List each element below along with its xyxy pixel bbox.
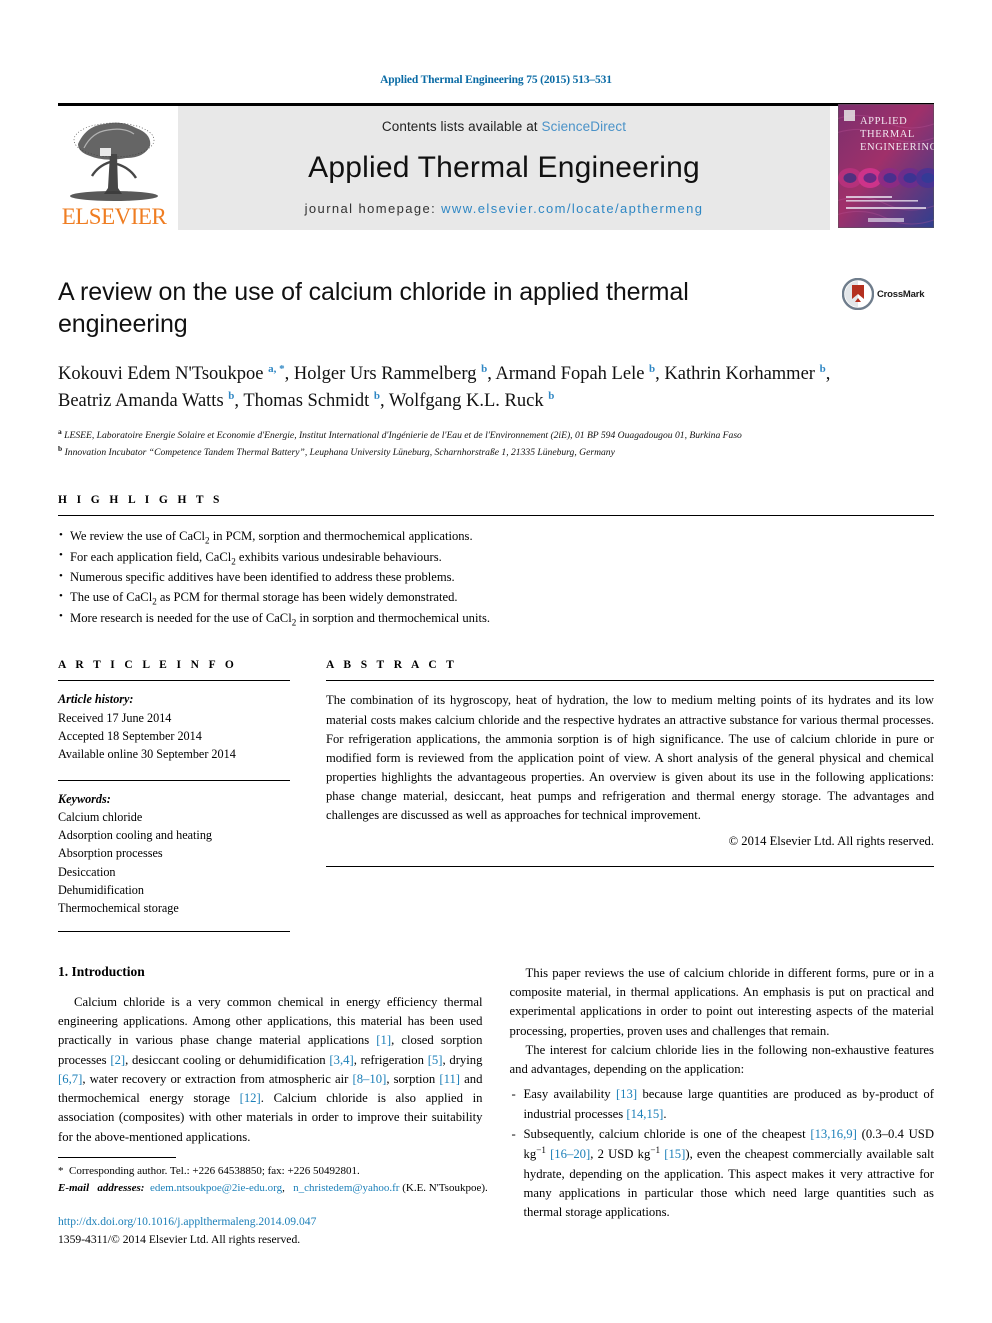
doi-link[interactable]: http://dx.doi.org/10.1016/j.applthermale… (58, 1215, 316, 1228)
svg-text:THERMAL: THERMAL (860, 129, 915, 140)
affiliation-a-text: LESEE, Laboratoire Energie Solaire et Ec… (64, 429, 742, 441)
elsevier-logo: ELSEVIER (58, 106, 170, 230)
history-item: Received 17 June 2014 (58, 710, 172, 725)
doi-block: http://dx.doi.org/10.1016/j.applthermale… (58, 1213, 490, 1249)
corresponding-author-note: * Corresponding author. Tel.: +226 64538… (58, 1165, 360, 1178)
list-item: Numerous specific additives have been id… (58, 568, 934, 588)
list-item: More research is needed for the use of C… (58, 608, 934, 630)
abstract-column: A B S T R A C T The combination of its h… (326, 659, 934, 931)
list-item: The use of CaCl2 as PCM for thermal stor… (58, 588, 934, 609)
list-item: For each application field, CaCl2 exhibi… (58, 547, 934, 569)
article-info-label: A R T I C L E I N F O (58, 659, 238, 672)
homepage-prefix: journal homepage: (304, 201, 442, 216)
contents-available-line: Contents lists available at ScienceDirec… (382, 119, 626, 134)
crossmark-label: CrossMark (877, 288, 925, 300)
svg-text:APPLIED: APPLIED (860, 116, 907, 127)
highlights-divider (58, 515, 934, 517)
journal-homepage-line: journal homepage: www.elsevier.com/locat… (305, 201, 704, 216)
abstract-text: The combination of its hygroscopy, heat … (326, 693, 934, 823)
keyword-item: Adsorption cooling and heating (58, 828, 213, 843)
affiliation-b: b Innovation Incubator “Competence Tande… (58, 444, 615, 459)
article-info-bottom-divider (58, 930, 290, 932)
advantages-list: Easy availability [13] because large qua… (510, 1085, 934, 1223)
running-head: Applied Thermal Engineering 75 (2015) 51… (380, 74, 612, 86)
keyword-item: Thermochemical storage (58, 901, 179, 916)
keywords-heading: Keywords: (58, 791, 111, 806)
highlights-section: H I G H L I G H T S We review the use of… (58, 494, 934, 629)
history-item: Available online 30 September 2014 (58, 747, 236, 762)
keywords-block: Keywords: Calcium chloride Adsorption co… (58, 779, 290, 918)
journal-article-page: Applied Thermal Engineering 75 (2015) 51… (0, 0, 992, 1323)
affiliations: a LESEE, Laboratoire Energie Solaire et … (58, 426, 934, 461)
abstract-label: A B S T R A C T (326, 659, 458, 672)
info-abstract-section: A R T I C L E I N F O Article history: R… (58, 659, 934, 932)
keyword-item: Absorption processes (58, 846, 163, 861)
intro-paragraph-left: Calcium chloride is a very common chemic… (58, 994, 483, 1144)
footnote-block: * Corresponding author. Tel.: +226 64538… (58, 1157, 490, 1249)
author-list: Kokouvi Edem N'Tsoukpoe a, *, Holger Urs… (58, 362, 831, 411)
highlights-label: H I G H L I G H T S (58, 494, 223, 507)
journal-title: Applied Thermal Engineering (308, 150, 700, 184)
keyword-item: Calcium chloride (58, 809, 143, 824)
body-right-column: This paper reviews the use of calcium ch… (510, 964, 935, 1224)
list-item: Easy availability [13] because large qua… (510, 1085, 934, 1124)
article-info-column: A R T I C L E I N F O Article history: R… (58, 659, 290, 932)
article-history-block: Article history: Received 17 June 2014 A… (58, 690, 290, 763)
section-heading-introduction: 1. Introduction (58, 963, 145, 979)
journal-masthead: ELSEVIER Contents lists available at Sci… (58, 103, 940, 233)
email-addresses-note: E-mail addresses: edem.ntsoukpoe@2ie-edu… (58, 1181, 488, 1194)
keyword-item: Dehumidification (58, 883, 144, 898)
abstract-divider (326, 680, 934, 682)
crossmark-icon (842, 278, 874, 310)
affiliation-b-text: Innovation Incubator “Competence Tandem … (64, 447, 615, 459)
svg-text:ENGINEERING: ENGINEERING (860, 142, 934, 153)
intro-paragraph-right-2: The interest for calcium chloride lies i… (509, 1042, 935, 1077)
journal-cover-thumbnail: APPLIED THERMAL ENGINEERING (832, 103, 940, 233)
elsevier-tree-icon (70, 122, 158, 201)
sciencedirect-link[interactable]: ScienceDirect (542, 119, 627, 134)
title-block: A review on the use of calcium chloride … (58, 276, 934, 461)
highlights-list: We review the use of CaCl2 in PCM, sorpt… (58, 527, 934, 629)
journal-homepage-link[interactable]: www.elsevier.com/locate/apthermeng (441, 201, 703, 216)
list-item: Subsequently, calcium chloride is one of… (510, 1125, 934, 1223)
list-item: We review the use of CaCl2 in PCM, sorpt… (58, 527, 934, 548)
contents-prefix: Contents lists available at (381, 119, 542, 134)
history-item: Accepted 18 September 2014 (58, 728, 202, 743)
intro-paragraph-right-1: This paper reviews the use of calcium ch… (509, 965, 935, 1038)
keyword-item: Desiccation (58, 864, 116, 879)
elsevier-wordmark: ELSEVIER (61, 204, 167, 229)
crossmark-badge[interactable]: CrossMark (842, 278, 934, 310)
footnote-rule (58, 1157, 176, 1159)
journal-cover-image: APPLIED THERMAL ENGINEERING (832, 103, 940, 228)
article-info-divider (58, 680, 290, 682)
article-history-heading: Article history: (58, 692, 134, 707)
affiliation-a: a LESEE, Laboratoire Energie Solaire et … (58, 426, 742, 441)
abstract-copyright: © 2014 Elsevier Ltd. All rights reserved… (728, 834, 934, 849)
page-title: A review on the use of calcium chloride … (58, 278, 689, 338)
masthead-center-panel: Contents lists available at ScienceDirec… (178, 106, 830, 230)
abstract-bottom-divider (326, 866, 934, 868)
issn-copyright-line: 1359-4311/© 2014 Elsevier Ltd. All right… (58, 1233, 301, 1247)
